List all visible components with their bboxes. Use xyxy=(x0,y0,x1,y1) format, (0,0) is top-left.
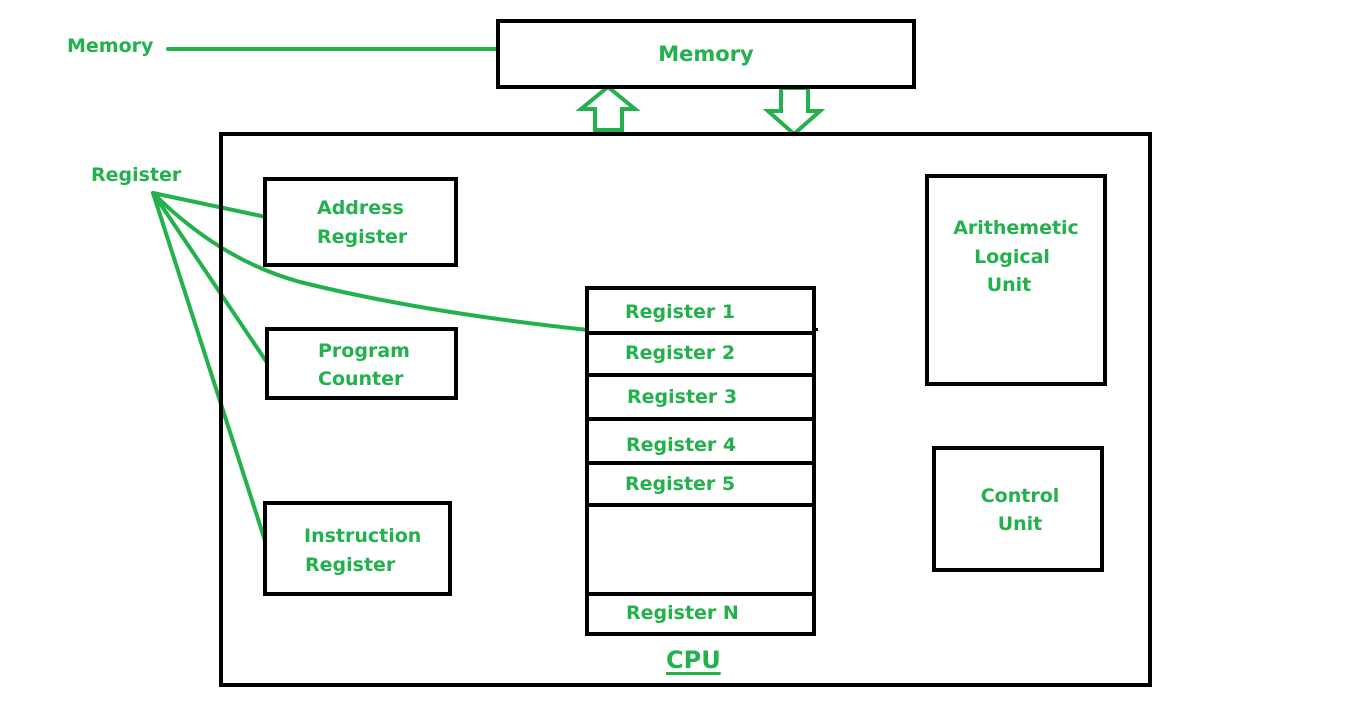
register-cell: Register 1 xyxy=(589,290,812,335)
register-cell-label: Register 5 xyxy=(625,473,736,495)
instruction-register-block: Instruction Register xyxy=(263,501,452,596)
alu-line1: Arithemetic xyxy=(953,217,1079,239)
register-cell-label: Register 4 xyxy=(626,434,737,456)
instruction-register-line1: Instruction xyxy=(304,525,422,547)
address-register-block: Address Register xyxy=(263,177,458,267)
instruction-register-line2: Register xyxy=(305,554,396,576)
control-unit-block: Control Unit xyxy=(932,446,1104,572)
register-cell-label: Register 3 xyxy=(627,386,738,408)
control-unit-line2: Unit xyxy=(997,513,1043,535)
register-cell: Register 4 xyxy=(589,421,812,465)
arrow-up-icon xyxy=(575,84,641,132)
address-register-line1: Address xyxy=(317,197,404,219)
control-unit-line1: Control xyxy=(980,485,1060,507)
program-counter-line1: Program xyxy=(318,340,410,362)
alu-line3: Unit xyxy=(986,274,1032,296)
address-register-line2: Register xyxy=(317,226,408,248)
register-cell-label: Register 2 xyxy=(625,342,736,364)
register-file: Register 1 Register 2 Register 3 Registe… xyxy=(585,286,816,636)
divider-tick xyxy=(812,328,818,331)
register-cell: Register 2 xyxy=(589,335,812,377)
memory-title: Memory xyxy=(658,42,754,66)
program-counter-block: Program Counter xyxy=(265,327,458,400)
cpu-title: CPU xyxy=(666,646,721,674)
memory-block: Memory xyxy=(496,19,916,89)
register-cell-gap xyxy=(589,507,812,596)
register-cell-label: Register 1 xyxy=(625,301,736,323)
register-cell: Register N xyxy=(589,596,812,636)
memory-annotation-label: Memory xyxy=(67,35,154,57)
register-cell-label: Register N xyxy=(626,602,739,624)
register-cell: Register 5 xyxy=(589,465,812,507)
arrow-down-icon xyxy=(762,86,826,137)
program-counter-line2: Counter xyxy=(318,368,404,390)
register-cell: Register 3 xyxy=(589,377,812,421)
alu-block: Arithemetic Logical Unit xyxy=(925,174,1107,386)
alu-line2: Logical xyxy=(974,246,1050,268)
register-annotation-label: Register xyxy=(91,164,182,186)
